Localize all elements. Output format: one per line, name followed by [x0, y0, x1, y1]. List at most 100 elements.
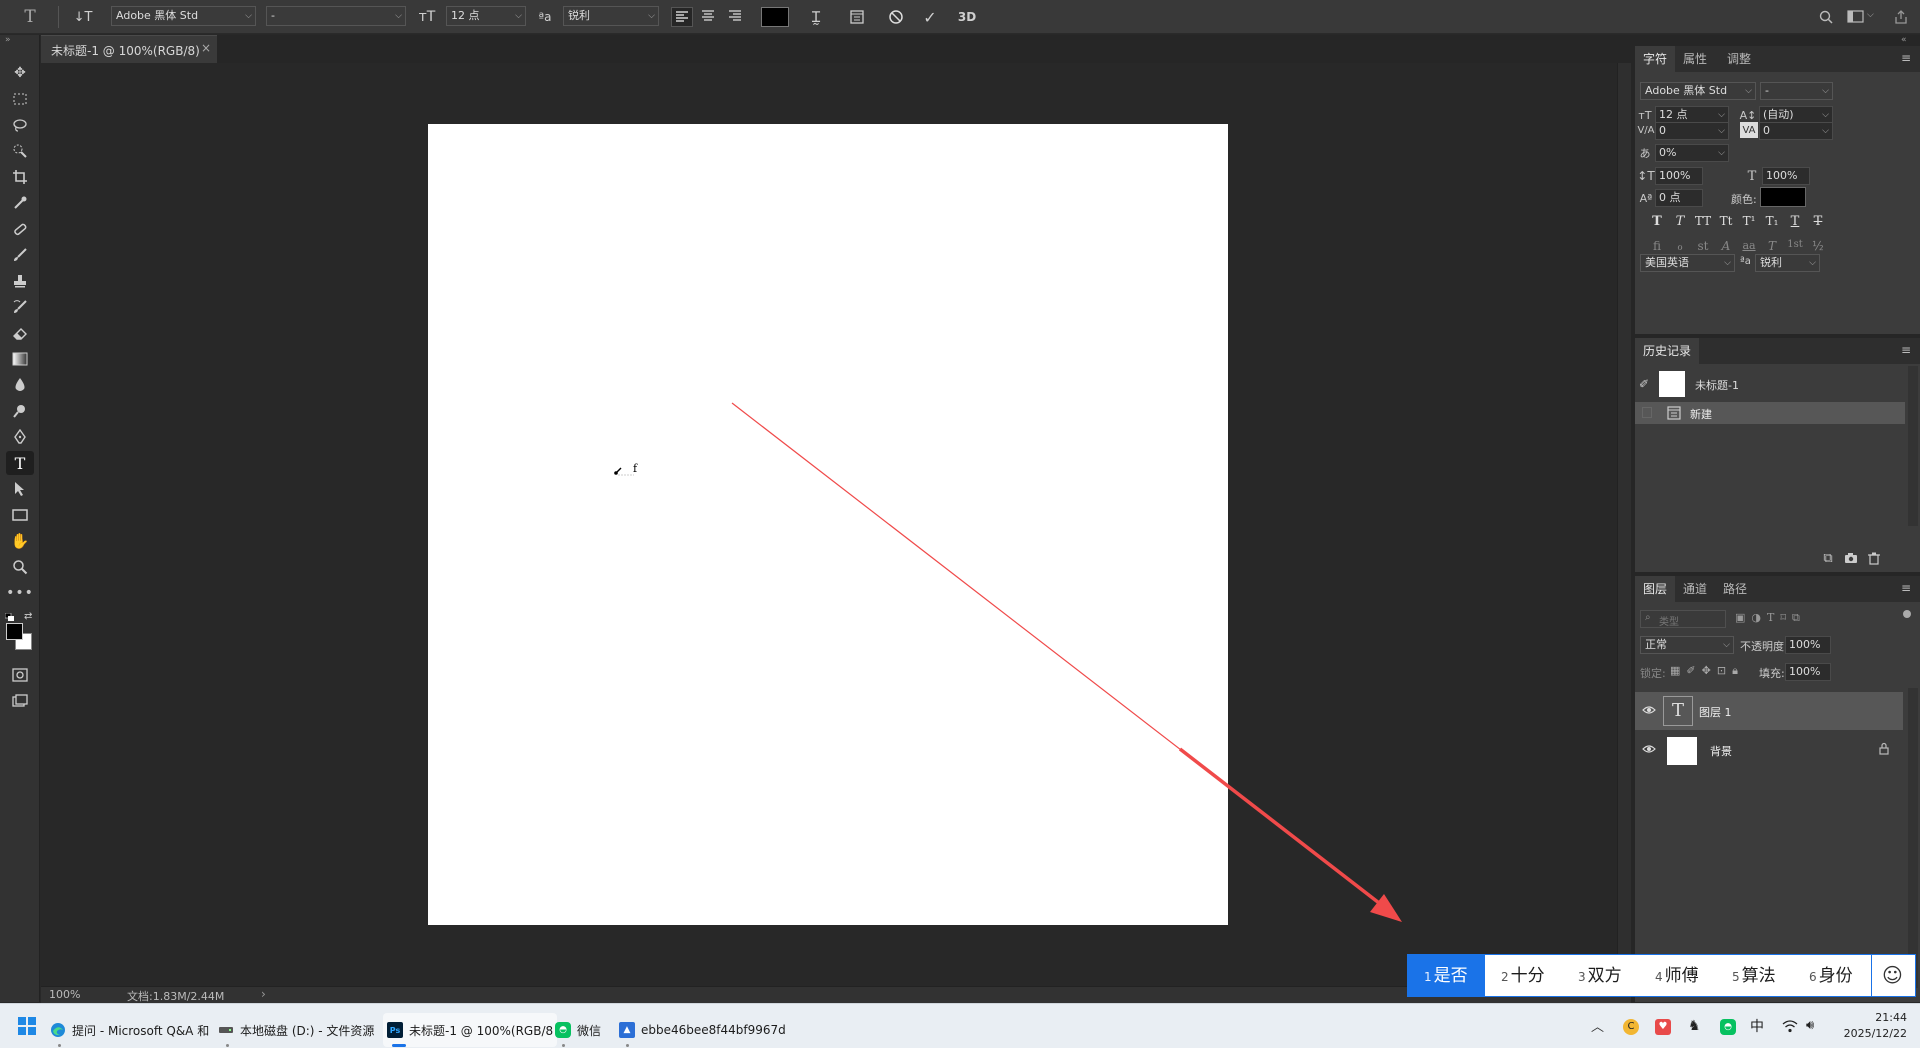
ime-candidate-text: 双方: [1587, 966, 1622, 986]
ime-candidate-2[interactable]: 2 十分: [1501, 955, 1545, 997]
layers-scrollbar[interactable]: [1908, 688, 1918, 988]
taskbar-item-label: 微信: [577, 1023, 602, 1038]
ime-candidate-bar: 1 是否 2 十分 3 双方 4 师傅 5 算法 6 身份 ☺: [1407, 954, 1916, 997]
visibility-eye-icon[interactable]: [1642, 744, 1656, 754]
char-antialias-select[interactable]: 锐利 ⌵: [1755, 254, 1820, 272]
tab-character[interactable]: 字符: [1635, 46, 1676, 72]
kerning-field[interactable]: 0 ⌵: [1655, 122, 1729, 140]
ime-candidate-1[interactable]: 1 是否: [1424, 955, 1468, 997]
tracking-icon: VA: [1740, 122, 1758, 138]
opacity-field[interactable]: 100%⌵: [1785, 636, 1831, 654]
panel-menu-icon[interactable]: ≡: [1901, 581, 1911, 595]
panel-menu-icon[interactable]: ≡: [1901, 343, 1911, 357]
tab-channels[interactable]: 通道: [1675, 576, 1715, 602]
history-brush-source-icon[interactable]: ✐: [1639, 377, 1649, 391]
taskbar-item-explorer[interactable]: 本地磁盘 (D:) - 文件资源: [218, 1013, 374, 1047]
char-font-family-select[interactable]: Adobe 黑体 Std ⌵: [1640, 82, 1756, 100]
subscript-button[interactable]: T₁: [1762, 214, 1782, 232]
taskbar-item-edge[interactable]: 提问 - Microsoft Q&A 和: [50, 1013, 209, 1047]
char-font-style-select[interactable]: - ⌵: [1760, 82, 1833, 100]
baseline-shift-field[interactable]: 0 点: [1655, 189, 1703, 207]
document-info[interactable]: 文档:1.83M/2.44M: [127, 988, 224, 1004]
layer-filter-select[interactable]: ⌕ 类型: [1640, 610, 1726, 628]
delete-state-icon[interactable]: [1866, 550, 1882, 566]
history-item-new[interactable]: 新建: [1635, 402, 1905, 424]
ime-candidate-5[interactable]: 5 算法: [1732, 955, 1776, 997]
taskbar-item-photoshop[interactable]: Ps 未标题-1 @ 100%(RGB/8: [383, 1013, 558, 1047]
padlock-icon: [1879, 742, 1889, 755]
filter-smart-object-icon[interactable]: ⧉: [1792, 611, 1800, 627]
ime-candidate-4[interactable]: 4 师傅: [1655, 955, 1699, 997]
lock-pixels-icon[interactable]: ✐: [1686, 664, 1695, 680]
tab-history[interactable]: 历史记录: [1635, 338, 1700, 364]
vertical-scale-value: 100%: [1659, 169, 1691, 182]
vertical-scale-field[interactable]: 100%: [1655, 167, 1703, 185]
taskbar-item-wechat[interactable]: ◓ 微信: [555, 1013, 601, 1047]
layer-name[interactable]: 背景: [1710, 743, 1732, 759]
faux-bold-button[interactable]: T: [1647, 214, 1667, 232]
taskbar-item-label: 本地磁盘 (D:) - 文件资源: [240, 1023, 375, 1038]
panel-collapse-icon[interactable]: «: [1901, 35, 1907, 45]
eye-icon: [1642, 706, 1656, 714]
volume-icon[interactable]: 🔊︎: [1806, 1018, 1814, 1033]
tab-properties[interactable]: 属性: [1675, 46, 1715, 72]
strikethrough-button[interactable]: T: [1808, 214, 1828, 232]
tsume-field[interactable]: 0% ⌵: [1655, 144, 1729, 162]
underline-button[interactable]: T: [1785, 214, 1805, 232]
lock-icon[interactable]: [1879, 742, 1889, 755]
layer-row-text[interactable]: T 图层 1: [1635, 692, 1903, 730]
new-document-from-state-icon[interactable]: ⧉: [1820, 550, 1836, 566]
start-button[interactable]: [18, 1017, 36, 1035]
taskbar-item-file[interactable]: ▲ ebbe46bee8f44bf9967d: [619, 1013, 786, 1047]
tray-qq-icon[interactable]: ♞: [1688, 1018, 1701, 1034]
tracking-field[interactable]: 0 ⌵: [1759, 122, 1833, 140]
filter-toggle-icon[interactable]: [1903, 610, 1911, 618]
history-snapshot-row[interactable]: ✐ 未标题-1: [1635, 368, 1905, 400]
ime-candidate-6[interactable]: 6 身份: [1809, 955, 1853, 997]
layer-name[interactable]: 图层 1: [1699, 704, 1732, 720]
visibility-eye-icon[interactable]: [1642, 705, 1656, 715]
horizontal-scale-field[interactable]: 100%: [1762, 167, 1810, 185]
all-caps-button[interactable]: TT: [1693, 214, 1713, 232]
clock-time: 21:44: [1875, 1011, 1907, 1024]
filter-shape-icon[interactable]: ⌑: [1780, 611, 1786, 627]
fill-field[interactable]: 100%⌵: [1785, 663, 1831, 681]
tab-layers[interactable]: 图层: [1635, 576, 1676, 602]
filter-adjustment-icon[interactable]: ◑: [1751, 611, 1761, 627]
lock-label: 锁定:: [1640, 667, 1666, 680]
language-select[interactable]: 美国英语 ⌵: [1640, 254, 1735, 272]
tray-app-icon-1[interactable]: C: [1623, 1019, 1639, 1035]
filter-search-icon: ⌕: [1645, 612, 1651, 623]
show-hidden-icons[interactable]: ︿: [1591, 1016, 1604, 1035]
font-size-icon: ᴛT: [1638, 108, 1652, 122]
tab-adjustments[interactable]: 调整: [1719, 46, 1759, 72]
lock-position-icon[interactable]: ✥: [1702, 664, 1711, 680]
blend-mode-select[interactable]: 正常 ⌵: [1640, 636, 1734, 654]
layer-row-background[interactable]: 背景: [1635, 732, 1903, 768]
tray-wechat-icon[interactable]: ◓: [1720, 1019, 1736, 1035]
clock[interactable]: 21:44 2025/12/22: [1835, 1010, 1907, 1042]
history-item-checkbox[interactable]: [1642, 407, 1652, 418]
filter-type-icon[interactable]: T: [1767, 611, 1774, 627]
new-snapshot-icon[interactable]: [1843, 550, 1859, 566]
wifi-icon[interactable]: [1782, 1019, 1798, 1033]
panel-menu-icon[interactable]: ≡: [1901, 51, 1911, 65]
lock-artboard-icon[interactable]: ⊡: [1717, 664, 1726, 680]
ime-candidate-3[interactable]: 3 双方: [1578, 955, 1622, 997]
char-color-swatch[interactable]: [1760, 187, 1806, 207]
fill-label: 填充:: [1759, 667, 1785, 680]
status-menu-arrow-icon[interactable]: ›: [261, 987, 266, 1001]
tray-app-icon-2[interactable]: ♥: [1655, 1019, 1671, 1035]
tab-paths[interactable]: 路径: [1715, 576, 1755, 602]
zoom-level[interactable]: 100%: [49, 988, 80, 1001]
superscript-button[interactable]: T¹: [1739, 214, 1759, 232]
input-language-indicator[interactable]: 中: [1750, 1016, 1764, 1036]
emoji-icon[interactable]: ☺: [1882, 963, 1903, 987]
small-caps-button[interactable]: Tt: [1716, 214, 1736, 232]
faux-italic-button[interactable]: T: [1670, 214, 1690, 232]
lock-all-icon[interactable]: 🔒︎: [1732, 664, 1738, 680]
filter-pixel-icon[interactable]: ▣: [1735, 611, 1745, 627]
eye-icon: [1642, 745, 1656, 753]
history-scrollbar[interactable]: [1908, 366, 1918, 526]
lock-transparent-icon[interactable]: ▦: [1670, 664, 1680, 680]
